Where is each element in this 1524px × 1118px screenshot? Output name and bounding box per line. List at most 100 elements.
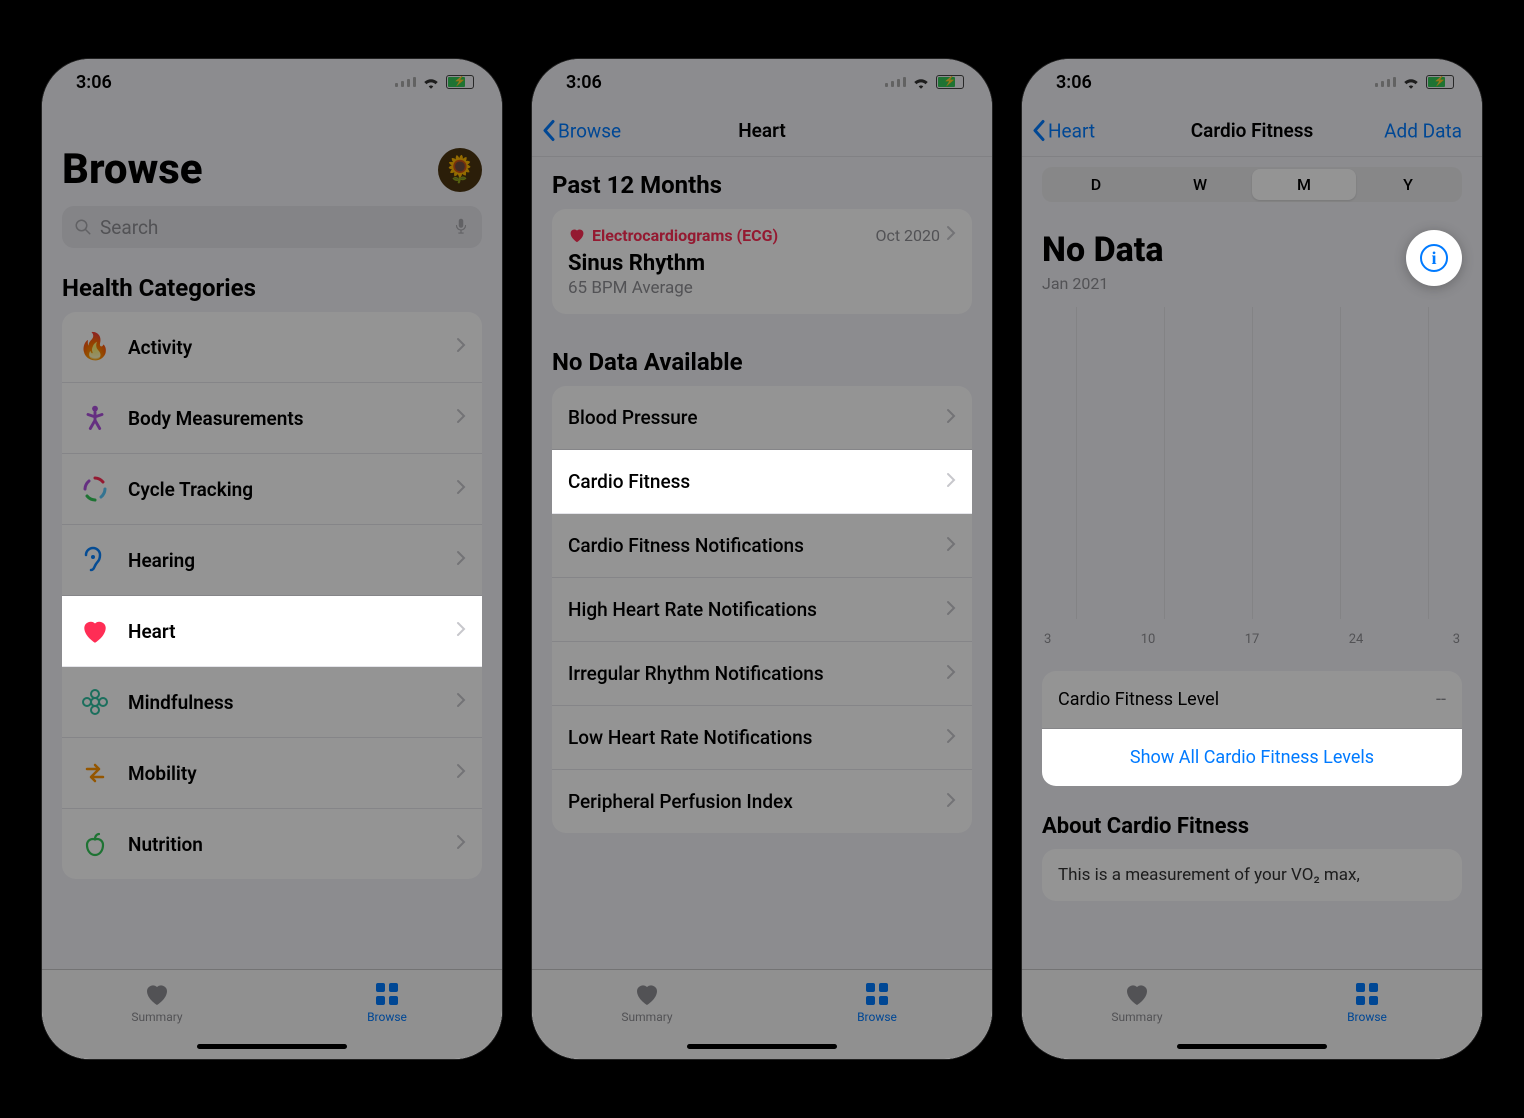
back-button[interactable]: Heart bbox=[1032, 119, 1095, 142]
chevron-right-icon bbox=[456, 550, 466, 570]
add-data-button[interactable]: Add Data bbox=[1384, 119, 1462, 142]
chevron-right-icon bbox=[456, 337, 466, 357]
chevron-right-icon bbox=[946, 536, 956, 556]
heart-fill-icon bbox=[632, 980, 662, 1008]
level-card: Cardio Fitness Level -- Show All Cardio … bbox=[1042, 671, 1462, 786]
search-icon bbox=[74, 218, 92, 236]
battery-icon: ⚡ bbox=[1426, 75, 1454, 89]
chevron-left-icon bbox=[542, 120, 556, 142]
grid-icon bbox=[372, 980, 402, 1008]
category-heart[interactable]: Heart bbox=[62, 596, 482, 667]
back-button[interactable]: Browse bbox=[542, 119, 621, 142]
item-low-heart-rate-notifications[interactable]: Low Heart Rate Notifications bbox=[552, 706, 972, 770]
chevron-right-icon bbox=[946, 408, 956, 428]
status-bar: 3:06 ⚡ bbox=[532, 59, 992, 105]
nav-title: Heart bbox=[738, 119, 786, 142]
ecg-date: Oct 2020 bbox=[875, 226, 940, 245]
wifi-icon bbox=[912, 75, 930, 89]
item-cardio-fitness-notifications[interactable]: Cardio Fitness Notifications bbox=[552, 514, 972, 578]
profile-avatar[interactable]: 🌻 bbox=[438, 148, 482, 192]
segment-d[interactable]: D bbox=[1044, 169, 1148, 200]
category-activity[interactable]: 🔥 Activity bbox=[62, 312, 482, 383]
wifi-icon bbox=[422, 75, 440, 89]
grid-icon bbox=[862, 980, 892, 1008]
chevron-right-icon bbox=[456, 621, 466, 641]
ecg-label: Electrocardiograms (ECG) bbox=[568, 226, 778, 245]
category-nutrition[interactable]: Nutrition bbox=[62, 809, 482, 879]
status-time: 3:06 bbox=[566, 72, 602, 93]
segment-y[interactable]: Y bbox=[1356, 169, 1460, 200]
ecg-result: Sinus Rhythm bbox=[568, 251, 956, 276]
ecg-card[interactable]: Electrocardiograms (ECG) Oct 2020 Sinus … bbox=[552, 209, 972, 314]
battery-icon: ⚡ bbox=[936, 75, 964, 89]
home-indicator[interactable] bbox=[1177, 1044, 1327, 1049]
show-all-levels-button[interactable]: Show All Cardio Fitness Levels bbox=[1042, 729, 1462, 786]
chevron-right-icon bbox=[946, 225, 956, 245]
item-blood-pressure[interactable]: Blood Pressure bbox=[552, 386, 972, 450]
chevron-left-icon bbox=[1032, 120, 1046, 142]
level-value: -- bbox=[1436, 689, 1446, 710]
ear-icon bbox=[78, 543, 112, 577]
cycle-icon bbox=[78, 472, 112, 506]
chevron-right-icon bbox=[946, 600, 956, 620]
item-irregular-rhythm-notifications[interactable]: Irregular Rhythm Notifications bbox=[552, 642, 972, 706]
chevron-right-icon bbox=[456, 834, 466, 854]
cellular-icon bbox=[395, 77, 416, 87]
mobility-icon bbox=[78, 756, 112, 790]
section-past-12-months: Past 12 Months bbox=[532, 157, 992, 209]
item-high-heart-rate-notifications[interactable]: High Heart Rate Notifications bbox=[552, 578, 972, 642]
section-header: Health Categories bbox=[42, 274, 502, 312]
level-row[interactable]: Cardio Fitness Level -- bbox=[1042, 671, 1462, 729]
about-title: About Cardio Fitness bbox=[1022, 786, 1482, 849]
cellular-icon bbox=[1375, 77, 1396, 87]
item-peripheral-perfusion-index[interactable]: Peripheral Perfusion Index bbox=[552, 770, 972, 833]
body-icon bbox=[78, 401, 112, 435]
search-input[interactable]: Search bbox=[62, 206, 482, 248]
search-placeholder: Search bbox=[100, 216, 444, 239]
status-bar: 3:06 ⚡ bbox=[42, 59, 502, 105]
battery-icon: ⚡ bbox=[446, 75, 474, 89]
nav-bar: Browse Heart bbox=[532, 105, 992, 157]
heart-fill-icon bbox=[1122, 980, 1152, 1008]
categories-list: 🔥 Activity Body Measurements Cycle Track… bbox=[62, 312, 482, 879]
screen-heart: 3:06 ⚡ Browse Heart Past 12 Months Elect… bbox=[532, 59, 992, 1059]
segment-w[interactable]: W bbox=[1148, 169, 1252, 200]
status-time: 3:06 bbox=[76, 72, 112, 93]
heart-items-list: Blood Pressure Cardio Fitness Cardio Fit… bbox=[552, 386, 972, 833]
segment-m[interactable]: M bbox=[1252, 169, 1356, 200]
heart-fill-icon bbox=[142, 980, 172, 1008]
wifi-icon bbox=[1402, 75, 1420, 89]
chevron-right-icon bbox=[946, 664, 956, 684]
chevron-right-icon bbox=[946, 472, 956, 492]
mic-icon[interactable] bbox=[452, 218, 470, 236]
category-body-measurements[interactable]: Body Measurements bbox=[62, 383, 482, 454]
nav-title: Cardio Fitness bbox=[1191, 119, 1314, 142]
chart-empty: 3 10 17 24 3 bbox=[1042, 307, 1462, 647]
no-data-date: Jan 2021 bbox=[1042, 274, 1163, 293]
screen-browse: 3:06 ⚡ Browse 🌻 Search Health Categories… bbox=[42, 59, 502, 1059]
category-hearing[interactable]: Hearing bbox=[62, 525, 482, 596]
category-mobility[interactable]: Mobility bbox=[62, 738, 482, 809]
grid-icon bbox=[1352, 980, 1382, 1008]
status-time: 3:06 bbox=[1056, 72, 1092, 93]
cellular-icon bbox=[885, 77, 906, 87]
info-button-highlight: i bbox=[1406, 230, 1462, 286]
chevron-right-icon bbox=[946, 792, 956, 812]
heart-icon bbox=[568, 226, 586, 244]
heart-icon bbox=[78, 614, 112, 648]
nutrition-icon bbox=[78, 827, 112, 861]
mindfulness-icon bbox=[78, 685, 112, 719]
info-icon[interactable]: i bbox=[1420, 244, 1448, 272]
chevron-right-icon bbox=[946, 728, 956, 748]
no-data-title: No Data bbox=[1042, 230, 1163, 270]
home-indicator[interactable] bbox=[197, 1044, 347, 1049]
page-title: Browse bbox=[62, 145, 203, 194]
category-mindfulness[interactable]: Mindfulness bbox=[62, 667, 482, 738]
item-cardio-fitness[interactable]: Cardio Fitness bbox=[552, 450, 972, 514]
nav-bar: Heart Cardio Fitness Add Data bbox=[1022, 105, 1482, 157]
time-range-segmented[interactable]: D W M Y bbox=[1042, 167, 1462, 202]
activity-flame-icon: 🔥 bbox=[78, 330, 112, 364]
ecg-bpm: 65 BPM Average bbox=[568, 278, 956, 298]
category-cycle-tracking[interactable]: Cycle Tracking bbox=[62, 454, 482, 525]
home-indicator[interactable] bbox=[687, 1044, 837, 1049]
